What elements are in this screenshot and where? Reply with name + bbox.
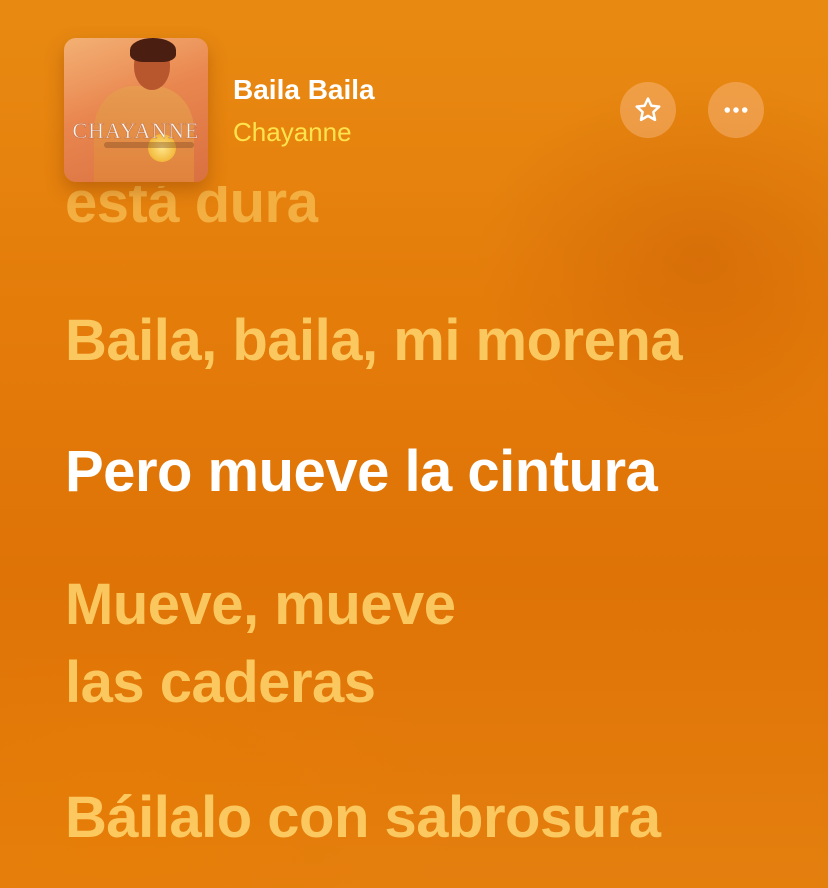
song-title[interactable]: Baila Baila [233, 74, 375, 106]
album-art-subtitle-strip [104, 142, 194, 148]
more-options-button[interactable] [708, 82, 764, 138]
album-art-logo: CHAYANNE [72, 118, 200, 144]
song-artist[interactable]: Chayanne [233, 117, 352, 148]
ellipsis-icon [721, 95, 751, 125]
album-art[interactable]: CHAYANNE [64, 38, 208, 182]
lyric-line[interactable]: las caderas [65, 648, 376, 718]
lyric-line[interactable]: Báilalo con sabrosura [65, 783, 661, 853]
lyric-line[interactable]: Baila, baila, mi morena [65, 306, 683, 376]
favorite-button[interactable] [620, 82, 676, 138]
lyric-line-active[interactable]: Pero mueve la cintura [65, 437, 658, 507]
star-icon [633, 95, 663, 125]
lyric-line[interactable]: Mueve, mueve [65, 570, 456, 640]
album-art-hair [130, 38, 176, 62]
